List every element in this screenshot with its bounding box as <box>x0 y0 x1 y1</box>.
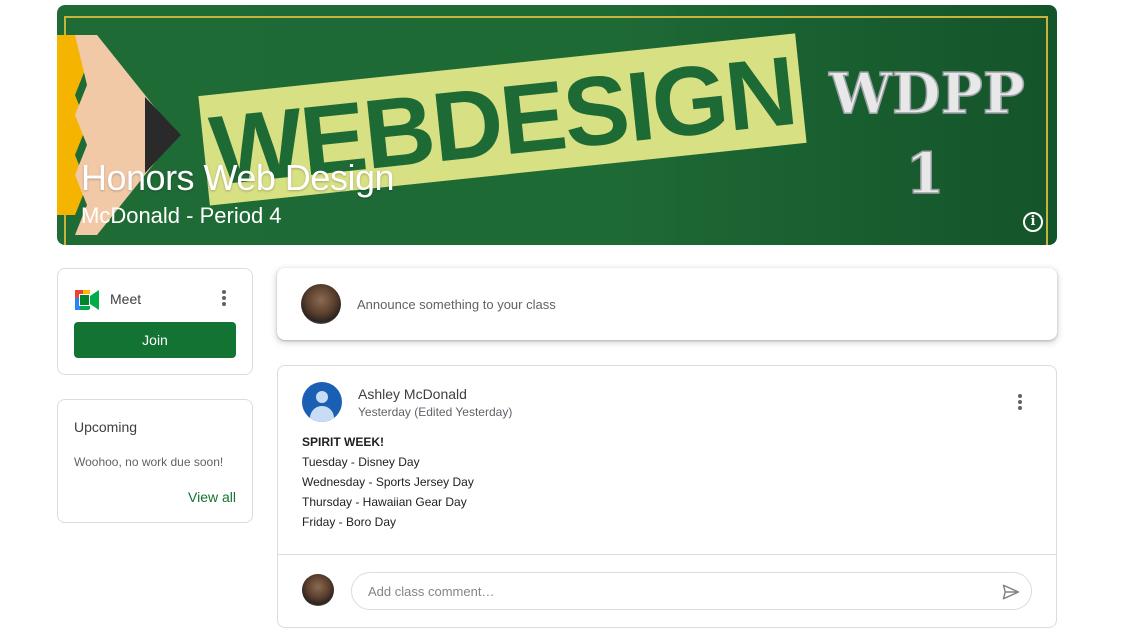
meet-card: Meet Join <box>57 268 253 375</box>
upcoming-title: Upcoming <box>74 419 138 435</box>
user-avatar <box>301 284 341 324</box>
upcoming-card: Upcoming Woohoo, no work due soon! View … <box>57 399 253 523</box>
class-section: McDonald - Period 4 <box>81 203 282 228</box>
commenter-avatar <box>302 574 334 606</box>
comment-placeholder: Add class comment… <box>368 584 495 599</box>
announce-box[interactable]: Announce something to your class <box>277 268 1057 340</box>
post-timestamp: Yesterday (Edited Yesterday) <box>358 405 513 419</box>
join-meet-button[interactable]: Join <box>74 322 236 358</box>
info-icon[interactable]: i <box>1023 212 1043 232</box>
divider <box>278 554 1056 555</box>
post-line: SPIRIT WEEK! <box>302 435 385 449</box>
class-banner: WEBDESIGN WDPP 1 Honors Web Design McDon… <box>57 5 1057 245</box>
banner-number-text: 1 <box>906 141 945 207</box>
stream-post: Ashley McDonald Yesterday (Edited Yester… <box>277 365 1057 628</box>
post-line: Tuesday - Disney Day <box>302 455 420 469</box>
google-meet-icon <box>75 290 99 310</box>
meet-label: Meet <box>110 291 142 307</box>
class-title[interactable]: Honors Web Design <box>81 157 395 199</box>
send-icon[interactable] <box>1001 582 1021 602</box>
default-avatar-icon <box>302 382 342 422</box>
class-comment-input[interactable]: Add class comment… <box>351 572 1032 610</box>
post-author: Ashley McDonald <box>358 386 467 402</box>
upcoming-message: Woohoo, no work due soon! <box>74 455 224 469</box>
banner-code-text: WDPP <box>828 61 1025 127</box>
post-line: Wednesday - Sports Jersey Day <box>302 475 474 489</box>
post-body: SPIRIT WEEK! Tuesday - Disney Day Wednes… <box>302 432 474 532</box>
more-vert-icon[interactable] <box>1010 392 1030 412</box>
more-vert-icon[interactable] <box>214 288 234 308</box>
view-all-link[interactable]: View all <box>188 489 236 505</box>
post-line: Thursday - Hawaiian Gear Day <box>302 495 467 509</box>
announce-placeholder[interactable]: Announce something to your class <box>357 297 556 312</box>
post-line: Friday - Boro Day <box>302 515 397 529</box>
